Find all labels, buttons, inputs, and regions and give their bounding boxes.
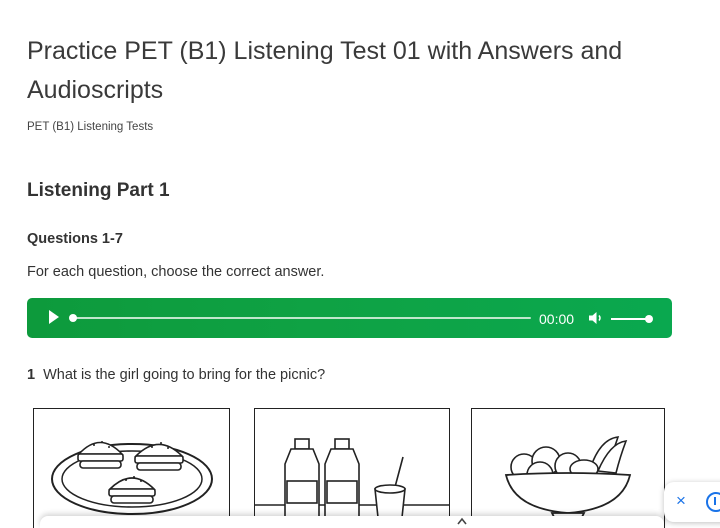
breadcrumb-link[interactable]: PET (B1) Listening Tests: [27, 121, 153, 133]
volume-slider[interactable]: [611, 315, 653, 323]
question-1: 1 What is the girl going to bring for the…: [27, 367, 325, 383]
option-b-drinks[interactable]: [254, 408, 450, 528]
option-a-burgers[interactable]: [33, 408, 230, 528]
progress-bar[interactable]: [69, 314, 531, 322]
bottle-2: [324, 438, 360, 528]
questions-range-heading: Questions 1-7: [27, 231, 123, 247]
section-heading: Listening Part 1: [27, 180, 170, 201]
page-title: Practice PET (B1) Listening Test 01 with…: [27, 37, 623, 104]
page: Practice PET (B1) Listening Test 01 with…: [0, 0, 720, 528]
play-icon[interactable]: [49, 310, 59, 324]
volume-icon[interactable]: [588, 310, 604, 326]
bowl: [504, 472, 632, 522]
time-display: 00:00: [539, 311, 575, 327]
progress-handle[interactable]: [69, 314, 77, 322]
volume-handle[interactable]: [645, 315, 653, 323]
chevron-up-icon[interactable]: [457, 516, 467, 526]
option-c-fruit[interactable]: [471, 408, 665, 528]
question-number: 1: [27, 367, 36, 383]
audio-player: 00:00: [27, 298, 672, 338]
question-text: What is the girl going to bring for the …: [43, 367, 326, 383]
arrow-up-circle-icon[interactable]: [706, 492, 720, 512]
instruction-text: For each question, choose the correct an…: [27, 264, 325, 280]
volume-fill: [611, 318, 649, 320]
bottle-1: [284, 438, 320, 528]
breadcrumb: PET (B1) Listening Tests: [27, 121, 153, 133]
floating-widget: ×: [664, 482, 720, 522]
bottom-scroll-bar: [40, 516, 664, 528]
close-icon[interactable]: ×: [676, 491, 686, 511]
